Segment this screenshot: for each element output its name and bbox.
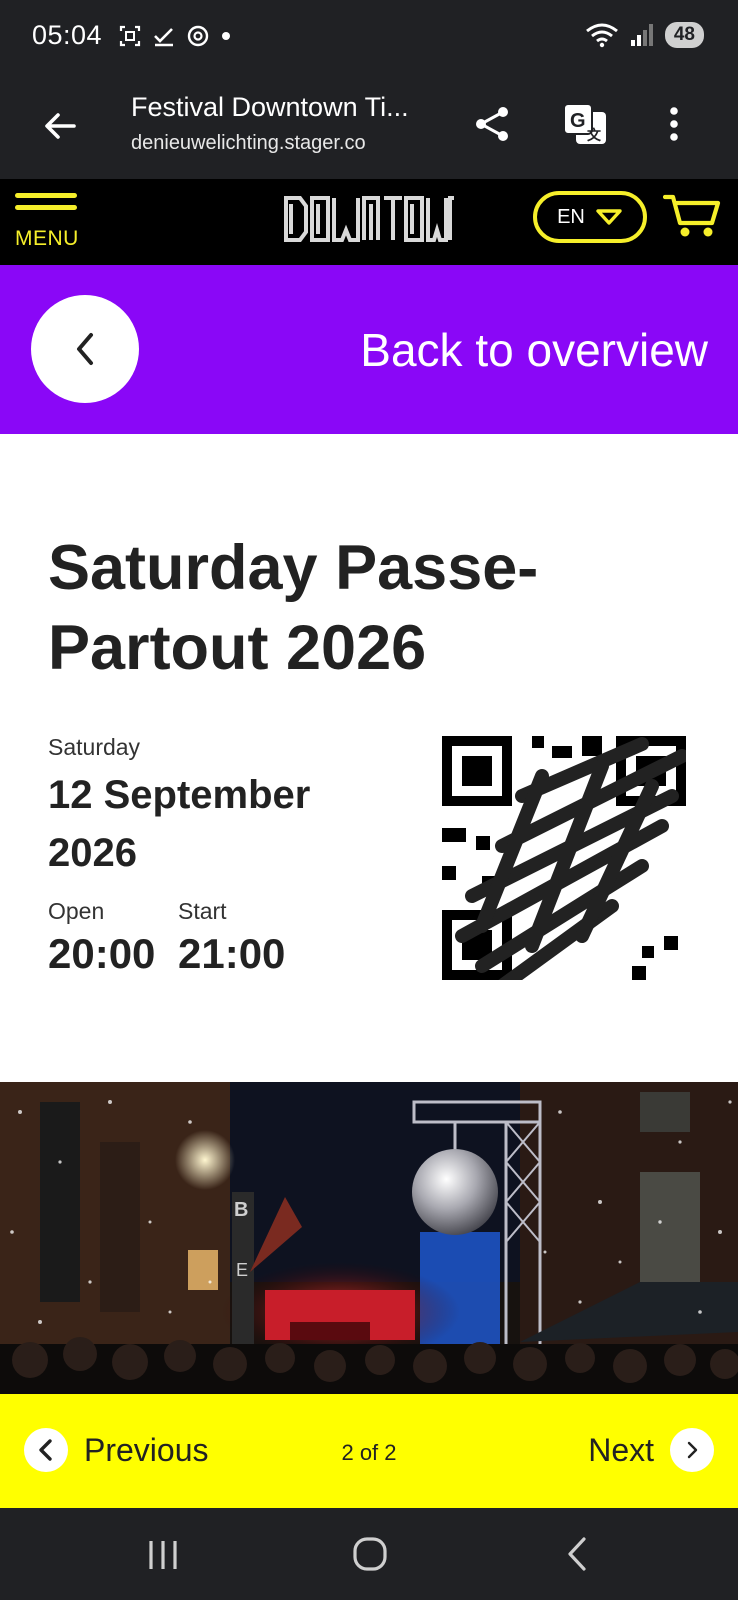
browser-toolbar: Festival Downtown Ti... denieuwelichting… xyxy=(0,76,738,179)
svg-text:G: G xyxy=(570,110,586,132)
page-url: denieuwelichting.stager.co xyxy=(131,132,366,154)
language-selector[interactable]: EN xyxy=(533,191,647,243)
site-header: MENU EN xyxy=(0,179,738,265)
dot-icon xyxy=(222,32,230,40)
next-circle xyxy=(670,1428,714,1472)
event-date: 12 September 2026 xyxy=(48,773,311,875)
wifi-icon xyxy=(585,23,618,48)
next-button[interactable]: Next xyxy=(588,1428,714,1472)
check-icon xyxy=(154,28,173,47)
back-button[interactable] xyxy=(31,295,139,403)
ticket-title: Saturday Passe-Partout 2026 xyxy=(48,533,539,683)
svg-text:文: 文 xyxy=(587,127,602,143)
chevron-right-icon xyxy=(687,1441,698,1459)
more-vert-icon[interactable] xyxy=(664,104,684,144)
language-label: EN xyxy=(557,205,585,228)
translate-icon[interactable]: G文 xyxy=(562,102,608,148)
ticket-pager: Previous 2 of 2 Next xyxy=(0,1394,738,1508)
event-photo: B E xyxy=(0,1082,738,1394)
back-arrow-icon[interactable] xyxy=(40,106,80,146)
start-label: Start xyxy=(178,898,227,924)
back-to-overview-bar[interactable]: Back to overview xyxy=(0,265,738,434)
next-label: Next xyxy=(588,1431,654,1468)
share-icon[interactable] xyxy=(472,104,512,144)
svg-text:B: B xyxy=(234,1199,248,1221)
chevron-down-icon xyxy=(596,209,622,225)
downtown-logo[interactable] xyxy=(282,190,456,248)
back-icon[interactable] xyxy=(564,1536,590,1572)
status-icons-right: 48 xyxy=(585,22,704,48)
open-time: 20:00 xyxy=(48,930,156,977)
qr-code xyxy=(442,736,686,980)
back-to-overview-link[interactable]: Back to overview xyxy=(360,323,708,377)
home-icon[interactable] xyxy=(352,1536,388,1572)
cart-icon[interactable] xyxy=(663,193,721,239)
system-nav-bar xyxy=(0,1508,738,1600)
signal-icon xyxy=(630,24,653,46)
page-title: Festival Downtown Ti... xyxy=(131,92,409,122)
menu-button[interactable]: MENU xyxy=(15,193,81,253)
menu-label: MENU xyxy=(15,227,79,250)
open-label: Open xyxy=(48,898,105,924)
battery-indicator: 48 xyxy=(664,22,704,48)
chevron-left-icon xyxy=(77,333,93,365)
start-time: 21:00 xyxy=(178,930,286,977)
recent-apps-icon[interactable] xyxy=(146,1538,180,1572)
status-bar: 05:04 48 xyxy=(0,0,738,76)
screenshot-icon xyxy=(119,25,141,47)
hamburger-icon xyxy=(15,193,81,210)
status-icons-left xyxy=(118,24,232,48)
threads-icon xyxy=(187,25,209,47)
day-label: Saturday xyxy=(48,734,141,760)
svg-text:E: E xyxy=(236,1260,248,1280)
status-time: 05:04 xyxy=(32,20,103,50)
